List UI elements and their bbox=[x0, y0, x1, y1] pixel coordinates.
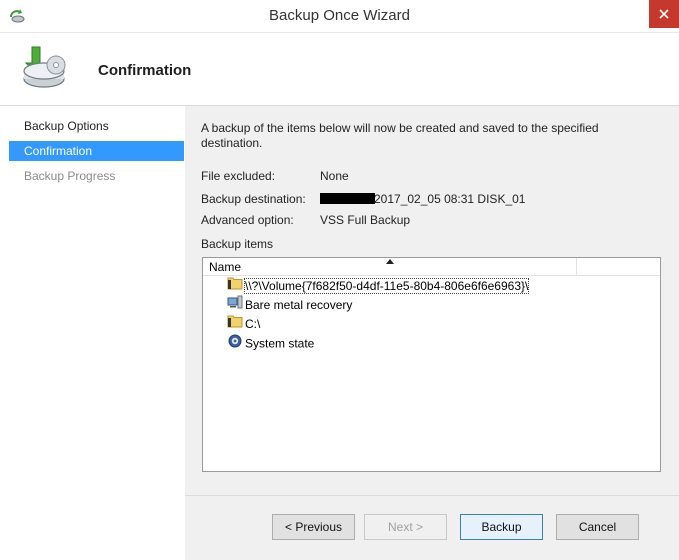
backup-destination-value: 2017_02_05 08:31 DISK_01 bbox=[320, 192, 525, 206]
list-item-label: Bare metal recovery bbox=[245, 297, 353, 312]
backup-destination-text: 2017_02_05 08:31 DISK_01 bbox=[374, 192, 526, 206]
advanced-option-value: VSS Full Backup bbox=[320, 213, 411, 227]
step-confirmation[interactable]: Confirmation bbox=[9, 141, 184, 161]
list-item[interactable]: C:\ bbox=[227, 314, 260, 332]
list-item[interactable]: \\?\Volume{7f682f50-d4df-11e5-80b4-806e6… bbox=[227, 276, 530, 295]
backup-items-label: Backup items bbox=[201, 237, 274, 251]
wizard-footer: < Previous Next > Backup Cancel bbox=[185, 495, 679, 560]
computer-icon bbox=[227, 295, 243, 314]
confirmation-panel: A backup of the items below will now be … bbox=[185, 106, 679, 495]
close-button[interactable] bbox=[649, 0, 679, 28]
list-item[interactable]: System state bbox=[227, 333, 314, 351]
step-backup-progress: Backup Progress bbox=[24, 169, 116, 183]
gear-icon bbox=[227, 333, 243, 354]
backup-items-list[interactable]: Name \\?\Volume{7f682f50-d4df-11e5-80b4-… bbox=[202, 257, 661, 472]
list-item-label: C:\ bbox=[245, 316, 261, 331]
wizard-steps-sidebar: Backup Options Confirmation Backup Progr… bbox=[9, 106, 184, 560]
file-excluded-value: None bbox=[320, 169, 349, 183]
list-item-label: \\?\Volume{7f682f50-d4df-11e5-80b4-806e6… bbox=[243, 277, 530, 294]
file-excluded-label: File excluded: bbox=[201, 169, 276, 183]
step-backup-options[interactable]: Backup Options bbox=[9, 116, 184, 136]
intro-text: A backup of the items below will now be … bbox=[201, 121, 599, 150]
redacted-block bbox=[320, 193, 375, 204]
window-title: Backup Once Wizard bbox=[269, 7, 410, 24]
wizard-header: Confirmation bbox=[0, 33, 679, 106]
folder-icon bbox=[227, 276, 243, 295]
cancel-button[interactable]: Cancel bbox=[556, 514, 639, 540]
page-title: Confirmation bbox=[98, 62, 192, 79]
folder-icon bbox=[227, 314, 243, 333]
backup-destination-label: Backup destination: bbox=[201, 192, 306, 206]
list-column-header: Name bbox=[203, 258, 660, 276]
previous-button[interactable]: < Previous bbox=[272, 514, 355, 540]
next-button: Next > bbox=[364, 514, 447, 540]
advanced-option-label: Advanced option: bbox=[201, 213, 294, 227]
close-icon bbox=[659, 9, 669, 19]
sort-ascending-icon bbox=[386, 259, 394, 264]
backup-wizard-icon bbox=[16, 39, 72, 95]
backup-button[interactable]: Backup bbox=[460, 514, 543, 540]
list-item-label: System state bbox=[245, 336, 315, 351]
title-bar: Backup Once Wizard bbox=[0, 0, 679, 33]
list-item[interactable]: Bare metal recovery bbox=[227, 295, 352, 313]
